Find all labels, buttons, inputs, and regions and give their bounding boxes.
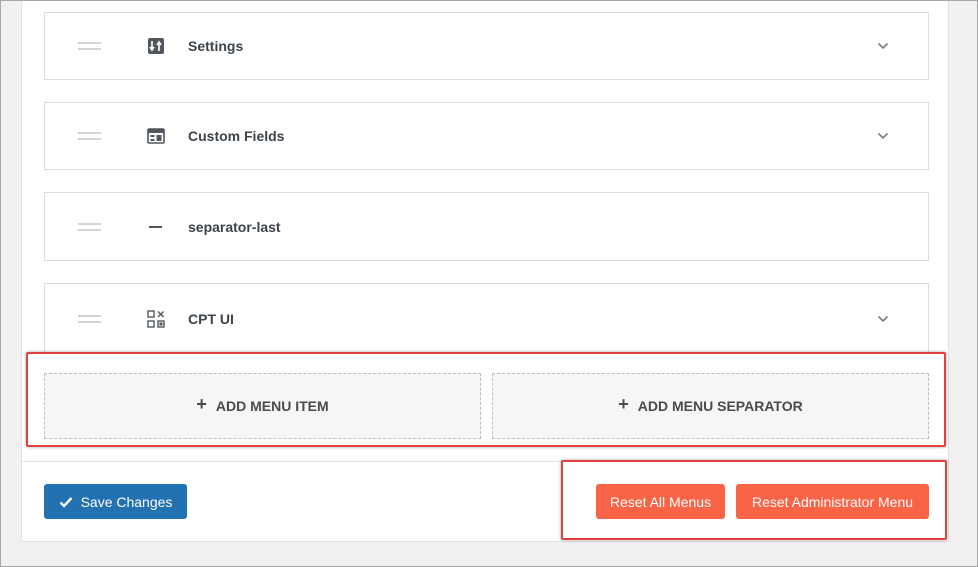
menu-row-custom-fields[interactable]: Custom Fields bbox=[44, 102, 929, 170]
chevron-down-icon[interactable] bbox=[876, 312, 890, 326]
chevron-down-icon[interactable] bbox=[876, 39, 890, 53]
menu-row-label: separator-last bbox=[188, 218, 281, 235]
table-fields-icon bbox=[146, 126, 166, 146]
annotation-highlight-reset-buttons bbox=[561, 460, 947, 540]
menu-row-separator-last[interactable]: separator-last bbox=[44, 192, 929, 261]
chevron-down-icon[interactable] bbox=[876, 129, 890, 143]
save-changes-button[interactable]: Save Changes bbox=[44, 484, 187, 519]
drag-handle-icon[interactable] bbox=[78, 314, 101, 324]
menu-row-label: Settings bbox=[188, 38, 244, 54]
separator-dash-icon bbox=[146, 217, 166, 237]
menu-row-cpt-ui[interactable]: CPT UI bbox=[44, 283, 929, 353]
annotation-highlight-add-buttons bbox=[26, 352, 946, 447]
settings-sliders-icon bbox=[146, 36, 166, 56]
menu-row-settings[interactable]: Settings bbox=[44, 12, 929, 80]
drag-handle-icon[interactable] bbox=[78, 41, 101, 51]
save-changes-label: Save Changes bbox=[80, 493, 173, 510]
drag-handle-icon[interactable] bbox=[78, 131, 101, 141]
menu-row-label: Custom Fields bbox=[188, 128, 285, 144]
drag-handle-icon[interactable] bbox=[78, 222, 101, 232]
menu-row-label: CPT UI bbox=[188, 310, 234, 327]
checkmark-icon bbox=[59, 496, 73, 508]
window-frame: Settings Custom Fields separator-last CP… bbox=[0, 0, 978, 567]
grid-cptui-icon bbox=[146, 309, 166, 329]
